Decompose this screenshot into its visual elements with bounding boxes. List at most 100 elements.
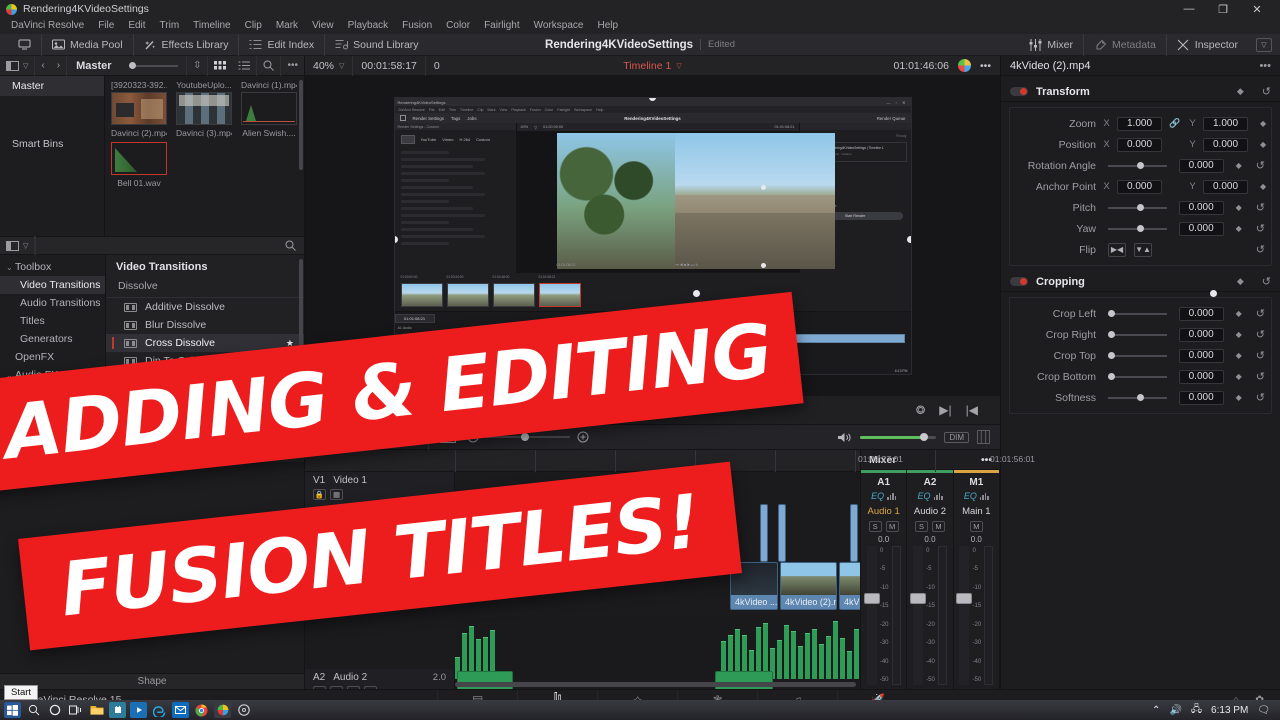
volume-icon[interactable]: 🔊 bbox=[1169, 705, 1181, 716]
menu-item-mark[interactable]: Mark bbox=[269, 18, 305, 34]
chrome-icon[interactable] bbox=[193, 702, 210, 718]
track-lock-icon[interactable]: 🔒 bbox=[313, 489, 326, 500]
prev-clip-icon[interactable]: |◀ bbox=[966, 403, 978, 417]
minimize-button[interactable]: — bbox=[1172, 0, 1206, 18]
track-solo-button[interactable]: S bbox=[347, 686, 360, 689]
menu-item-trim[interactable]: Trim bbox=[153, 18, 187, 34]
link-icon[interactable]: 🔗 bbox=[1168, 181, 1182, 192]
store-icon[interactable] bbox=[109, 702, 126, 718]
section-enable-toggle[interactable] bbox=[1010, 87, 1028, 96]
maximize-button[interactable]: ❐ bbox=[1206, 0, 1240, 18]
inspector-slider[interactable] bbox=[1108, 203, 1167, 211]
reset-icon[interactable]: ↺ bbox=[1256, 307, 1265, 320]
inspector-slider[interactable] bbox=[1108, 161, 1167, 169]
reset-icon[interactable]: ↺ bbox=[1262, 275, 1271, 288]
toolbar-button-project-manager[interactable] bbox=[8, 34, 41, 56]
flip-vertical-button[interactable]: ▼▲ bbox=[1134, 242, 1152, 257]
menu-item-timeline[interactable]: Timeline bbox=[186, 18, 237, 34]
inspector-x-field[interactable]: 0.000 bbox=[1117, 137, 1162, 152]
taskbar-clock[interactable]: 6:13 PM bbox=[1211, 705, 1248, 716]
media-pool-nav-forward[interactable]: › bbox=[51, 55, 68, 76]
menu-item-clip[interactable]: Clip bbox=[238, 18, 269, 34]
inspector-options-button[interactable]: ••• bbox=[1259, 60, 1271, 72]
inspector-value-field[interactable]: 0.000 bbox=[1178, 306, 1224, 321]
inspector-section-header-cropping[interactable]: Cropping ◆ ↺ bbox=[1001, 272, 1280, 292]
timeline-ruler[interactable]: 01:01:27:01 01:01:56:01 bbox=[305, 450, 1035, 472]
media-pool-scrollbar[interactable] bbox=[299, 80, 303, 170]
bin-item-smart-bins[interactable]: Smart Bins bbox=[0, 134, 104, 154]
toolbar-button-metadata[interactable]: Metadata bbox=[1083, 33, 1166, 56]
search-icon[interactable] bbox=[25, 702, 42, 718]
action-center-icon[interactable]: 🗨 bbox=[1257, 705, 1270, 716]
menu-item-davinci-resolve[interactable]: DaVinci Resolve bbox=[4, 18, 91, 34]
loop-icon[interactable]: ⭗ bbox=[916, 403, 926, 418]
menu-item-file[interactable]: File bbox=[91, 18, 121, 34]
mixer-eq-button[interactable]: EQ bbox=[964, 491, 989, 501]
track-audio-icon[interactable]: ♪ bbox=[313, 686, 326, 689]
mixer-db-value[interactable]: 0.0 bbox=[878, 535, 889, 544]
viewer-zoom-dropdown[interactable]: 40% ▽ bbox=[305, 55, 354, 76]
media-pool-search-button[interactable] bbox=[257, 55, 282, 76]
dim-button[interactable]: DIM bbox=[944, 431, 969, 443]
effects-library-search[interactable] bbox=[35, 236, 304, 255]
mixer-db-value[interactable]: 0.0 bbox=[971, 535, 982, 544]
inspector-slider[interactable] bbox=[1108, 224, 1167, 232]
menu-item-fusion[interactable]: Fusion bbox=[395, 18, 439, 34]
keyframe-icon[interactable]: ◆ bbox=[1236, 161, 1242, 170]
link-icon[interactable]: 🔗 bbox=[1168, 118, 1182, 129]
timeline-video-clip[interactable]: 4kVideo (2).mp4 bbox=[780, 562, 837, 610]
reset-icon[interactable]: ↺ bbox=[1256, 391, 1265, 404]
keyframe-icon[interactable]: ◆ bbox=[1236, 330, 1242, 339]
mixer-fader-track[interactable] bbox=[910, 546, 927, 685]
inspector-value-field[interactable]: 0.000 bbox=[1178, 158, 1224, 173]
inspector-slider[interactable] bbox=[1108, 309, 1167, 317]
toolbar-button-mixer[interactable]: Mixer bbox=[1019, 34, 1083, 56]
effects-tree-item-generators[interactable]: Generators bbox=[0, 330, 105, 348]
reset-icon[interactable]: ↺ bbox=[1256, 328, 1265, 341]
mixer-solo-button[interactable]: S bbox=[914, 521, 928, 532]
timeline-horizontal-scrollbar[interactable] bbox=[455, 682, 856, 687]
effects-library-sidebar-toggle[interactable]: ▽ bbox=[0, 235, 36, 256]
media-pool-options-button[interactable]: ••• bbox=[281, 56, 304, 76]
keyframe-icon[interactable]: ◆ bbox=[1236, 203, 1242, 212]
keyframe-icon[interactable]: ◆ bbox=[1260, 119, 1266, 128]
mixer-solo-button[interactable]: S bbox=[868, 521, 882, 532]
media-pool-thumbnail-view-button[interactable] bbox=[208, 56, 232, 76]
color-wheel-icon[interactable] bbox=[957, 59, 971, 72]
toolbar-button-inspector[interactable]: Inspector bbox=[1165, 33, 1248, 56]
inspector-slider[interactable] bbox=[1108, 393, 1167, 401]
mail-icon[interactable] bbox=[172, 702, 189, 718]
media-pool-nav-back[interactable]: ‹ bbox=[35, 56, 50, 76]
inspector-x-field[interactable]: 1.000 bbox=[1117, 116, 1162, 131]
viewer-options-button[interactable]: ••• bbox=[980, 60, 991, 72]
reset-icon[interactable]: ↺ bbox=[1256, 243, 1265, 256]
thumbnail-size-slider[interactable] bbox=[128, 61, 179, 69]
inspector-value-field[interactable]: 0.000 bbox=[1178, 327, 1224, 342]
reset-icon[interactable]: ↺ bbox=[1256, 370, 1265, 383]
effects-tree-item-toolbox[interactable]: ⌄ Toolbox bbox=[0, 258, 105, 276]
media-pool-list-view-button[interactable] bbox=[232, 55, 258, 76]
edge-icon[interactable] bbox=[151, 702, 168, 718]
menu-item-color[interactable]: Color bbox=[439, 18, 477, 34]
effect-item-additive-dissolve[interactable]: Additive Dissolve bbox=[106, 298, 304, 316]
toolbar-button-media-pool[interactable]: Media Pool bbox=[41, 33, 133, 56]
workspace-dropdown-button[interactable]: ▽ bbox=[1256, 37, 1272, 52]
chevron-up-icon[interactable]: ⌃ bbox=[1152, 705, 1160, 716]
inspector-value-field[interactable]: 0.000 bbox=[1178, 221, 1224, 236]
davinci-resolve-icon[interactable] bbox=[214, 702, 231, 718]
inspector-value-field[interactable]: 0.000 bbox=[1178, 390, 1224, 405]
media-clip-thumbnail[interactable] bbox=[241, 92, 297, 125]
bin-item-master[interactable]: Master bbox=[0, 76, 104, 96]
inspector-y-field[interactable]: 0.000 bbox=[1203, 179, 1248, 194]
reset-icon[interactable]: ↺ bbox=[1256, 349, 1265, 362]
timeline-video-clip[interactable]: 4kVideo (2).mp4 bbox=[839, 562, 860, 610]
close-button[interactable]: ✕ bbox=[1240, 0, 1274, 18]
inspector-value-field[interactable]: 0.000 bbox=[1178, 348, 1224, 363]
viewer-timecode-left[interactable]: 00:01:58:17 bbox=[353, 55, 426, 76]
reset-icon[interactable]: ↺ bbox=[1256, 222, 1265, 235]
toolbar-button-edit-index[interactable]: Edit Index bbox=[238, 33, 324, 56]
media-clip-thumbnail[interactable] bbox=[111, 92, 167, 125]
toolbar-button-sound-library[interactable]: Sound Library bbox=[324, 33, 428, 56]
track-video-icon[interactable]: ▦ bbox=[330, 489, 343, 500]
flip-horizontal-button[interactable]: ▶◀ bbox=[1108, 242, 1126, 257]
